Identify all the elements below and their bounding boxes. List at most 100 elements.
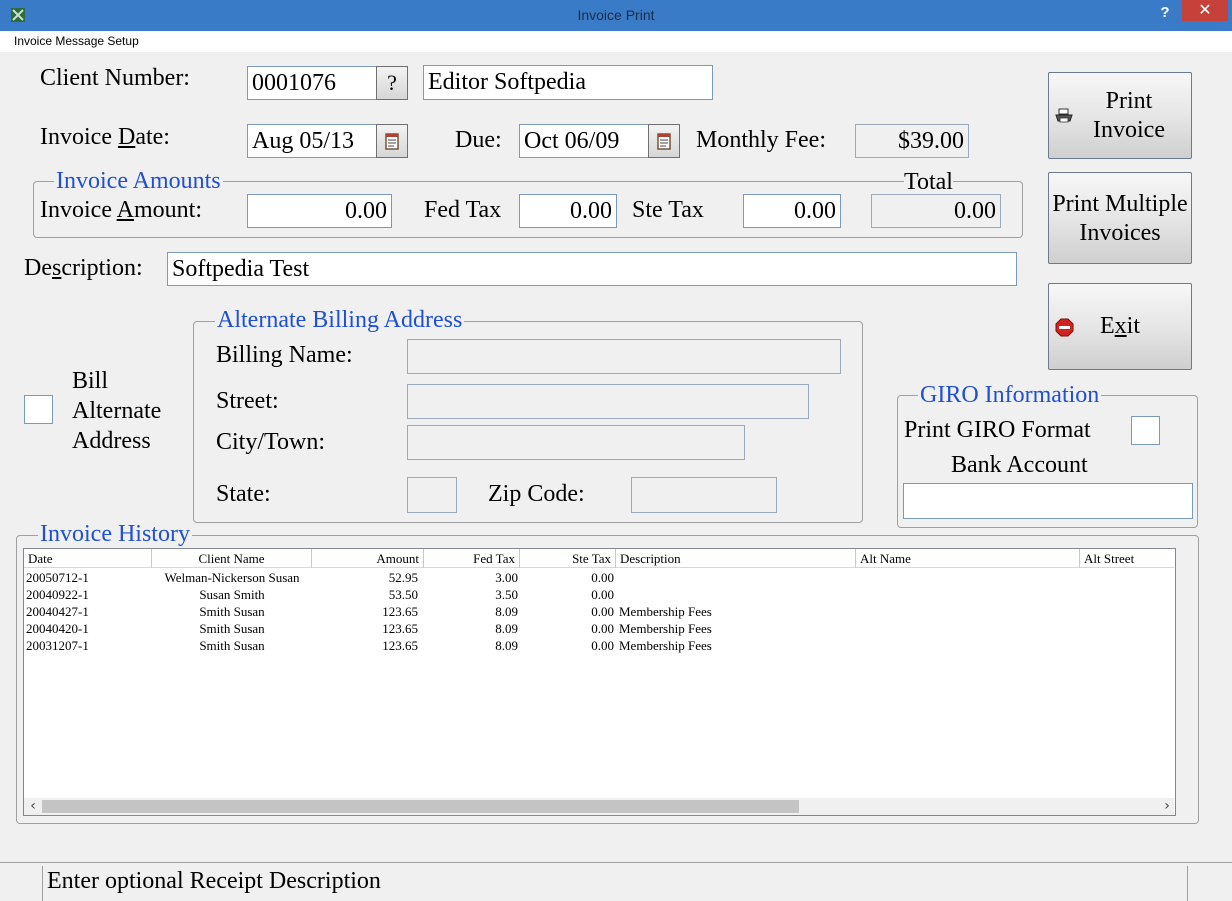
column-header-alt-name[interactable]: Alt Name bbox=[856, 549, 1080, 568]
invoice-amount-field[interactable]: 0.00 bbox=[247, 194, 392, 228]
cell-amount: 123.65 bbox=[382, 621, 418, 636]
client-number-label: Client Number: bbox=[40, 65, 190, 91]
cell-client-name: Smith Susan bbox=[199, 638, 265, 653]
cell-description: Membership Fees bbox=[619, 621, 712, 636]
table-row[interactable]: 20031207-1 Smith Susan 123.65 8.09 0.00 … bbox=[24, 637, 1174, 654]
column-header-amount[interactable]: Amount bbox=[312, 549, 424, 568]
menu-bar bbox=[0, 31, 1232, 52]
column-header-fed-tax[interactable]: Fed Tax bbox=[424, 549, 520, 568]
column-header-alt-street[interactable]: Alt Street bbox=[1080, 549, 1174, 568]
print-giro-format-checkbox[interactable] bbox=[1131, 416, 1160, 445]
exit-button[interactable]: Exit bbox=[1048, 283, 1192, 370]
column-header-description[interactable]: Description bbox=[616, 549, 856, 568]
cell-client-name: Susan Smith bbox=[199, 587, 265, 602]
billing-name-field[interactable] bbox=[407, 339, 841, 374]
table-row[interactable]: 20050712-1 Welman-Nickerson Susan 52.95 … bbox=[24, 569, 1174, 586]
print-giro-format-label: Print GIRO Format bbox=[904, 417, 1091, 443]
window-title: Invoice Print bbox=[577, 7, 655, 23]
client-lookup-button[interactable]: ? bbox=[376, 66, 408, 100]
state-label: State: bbox=[216, 481, 271, 507]
cell-client-name: Welman-Nickerson Susan bbox=[164, 570, 300, 585]
print-invoice-button[interactable]: Print Invoice bbox=[1048, 72, 1192, 159]
cell-client-name: Smith Susan bbox=[199, 604, 265, 619]
state-field[interactable] bbox=[407, 477, 457, 513]
cell-amount: 53.50 bbox=[388, 587, 418, 602]
cell-date: 20040922-1 bbox=[26, 587, 89, 602]
status-text: Enter optional Receipt Description bbox=[42, 866, 1188, 901]
zip-code-label: Zip Code: bbox=[488, 481, 585, 507]
ste-tax-label: Ste Tax bbox=[632, 197, 704, 223]
invoice-date-calendar-button[interactable] bbox=[376, 124, 408, 158]
help-button[interactable]: ? bbox=[1152, 2, 1178, 24]
column-header-date[interactable]: Date bbox=[24, 549, 152, 568]
giro-information-legend: GIRO Information bbox=[918, 382, 1102, 409]
ste-tax-field[interactable]: 0.00 bbox=[743, 194, 841, 228]
calendar-icon bbox=[385, 133, 399, 150]
cell-fed-tax: 3.50 bbox=[495, 587, 518, 602]
monthly-fee-label: Monthly Fee: bbox=[696, 127, 826, 153]
fed-tax-field[interactable]: 0.00 bbox=[519, 194, 617, 228]
due-label: Due: bbox=[455, 127, 502, 153]
city-label: City/Town: bbox=[216, 429, 325, 455]
city-field[interactable] bbox=[407, 425, 745, 460]
print-multiple-label-line2: Invoices bbox=[1079, 220, 1161, 246]
bill-alternate-address-checkbox[interactable] bbox=[24, 395, 53, 424]
scroll-left-icon[interactable]: ‹ bbox=[27, 798, 39, 815]
cell-fed-tax: 3.00 bbox=[495, 570, 518, 585]
invoice-amounts-legend: Invoice Amounts bbox=[54, 168, 223, 195]
table-row[interactable]: 20040420-1 Smith Susan 123.65 8.09 0.00 … bbox=[24, 620, 1174, 637]
total-field: 0.00 bbox=[871, 194, 1001, 228]
calendar-icon bbox=[657, 133, 671, 150]
scroll-right-icon[interactable]: › bbox=[1161, 798, 1173, 815]
cell-description: Membership Fees bbox=[619, 604, 712, 619]
invoice-history-legend: Invoice History bbox=[38, 521, 192, 548]
fed-tax-label: Fed Tax bbox=[424, 197, 502, 223]
print-multiple-label-line1: Print Multiple bbox=[1052, 191, 1188, 217]
cell-ste-tax: 0.00 bbox=[591, 621, 614, 636]
table-row[interactable]: 20040427-1 Smith Susan 123.65 8.09 0.00 … bbox=[24, 603, 1174, 620]
client-number-field[interactable]: 0001076 bbox=[247, 66, 377, 100]
monthly-fee-field: $39.00 bbox=[855, 124, 969, 158]
cell-description: Membership Fees bbox=[619, 638, 712, 653]
description-field[interactable]: Softpedia Test bbox=[167, 252, 1017, 286]
invoice-date-label: Invoice Date: bbox=[40, 124, 170, 150]
column-header-ste-tax[interactable]: Ste Tax bbox=[520, 549, 616, 568]
due-date-calendar-button[interactable] bbox=[648, 124, 680, 158]
menu-invoice-message-setup[interactable]: Invoice Message Setup bbox=[14, 34, 139, 48]
cell-date: 20050712-1 bbox=[26, 570, 89, 585]
table-row[interactable]: 20040922-1 Susan Smith 53.50 3.50 0.00 bbox=[24, 586, 1174, 603]
street-field[interactable] bbox=[407, 384, 809, 419]
zip-code-field[interactable] bbox=[631, 477, 777, 513]
total-label: Total bbox=[904, 169, 953, 196]
cell-ste-tax: 0.00 bbox=[591, 638, 614, 653]
cell-amount: 123.65 bbox=[382, 638, 418, 653]
cell-amount: 52.95 bbox=[388, 570, 418, 585]
printer-icon bbox=[1055, 108, 1073, 123]
cell-date: 20031207-1 bbox=[26, 638, 89, 653]
alternate-billing-legend: Alternate Billing Address bbox=[215, 307, 465, 334]
cell-ste-tax: 0.00 bbox=[591, 570, 614, 585]
cell-ste-tax: 0.00 bbox=[591, 587, 614, 602]
billing-name-label: Billing Name: bbox=[216, 342, 353, 368]
invoice-amount-label: Invoice Amount: bbox=[40, 197, 202, 223]
stop-icon bbox=[1055, 318, 1074, 337]
column-header-client-name[interactable]: Client Name bbox=[152, 549, 312, 568]
bank-account-label: Bank Account bbox=[951, 452, 1088, 478]
bank-account-field[interactable] bbox=[903, 483, 1193, 519]
client-name-field[interactable]: Editor Softpedia bbox=[423, 65, 713, 100]
due-date-field[interactable]: Oct 06/09 bbox=[519, 124, 649, 158]
cell-ste-tax: 0.00 bbox=[591, 604, 614, 619]
scrollbar-thumb[interactable] bbox=[42, 800, 799, 813]
exit-label: Exit bbox=[1099, 313, 1140, 339]
close-button[interactable]: ✕ bbox=[1182, 0, 1228, 21]
bill-alternate-address-label: Bill Alternate Address bbox=[72, 368, 162, 454]
cell-fed-tax: 8.09 bbox=[495, 638, 518, 653]
cell-fed-tax: 8.09 bbox=[495, 621, 518, 636]
cell-date: 20040427-1 bbox=[26, 604, 89, 619]
cell-date: 20040420-1 bbox=[26, 621, 89, 636]
print-multiple-invoices-button[interactable]: Print Multiple Invoices bbox=[1048, 172, 1192, 264]
invoice-date-field[interactable]: Aug 05/13 bbox=[247, 124, 377, 158]
street-label: Street: bbox=[216, 388, 279, 414]
cell-client-name: Smith Susan bbox=[199, 621, 265, 636]
cell-amount: 123.65 bbox=[382, 604, 418, 619]
